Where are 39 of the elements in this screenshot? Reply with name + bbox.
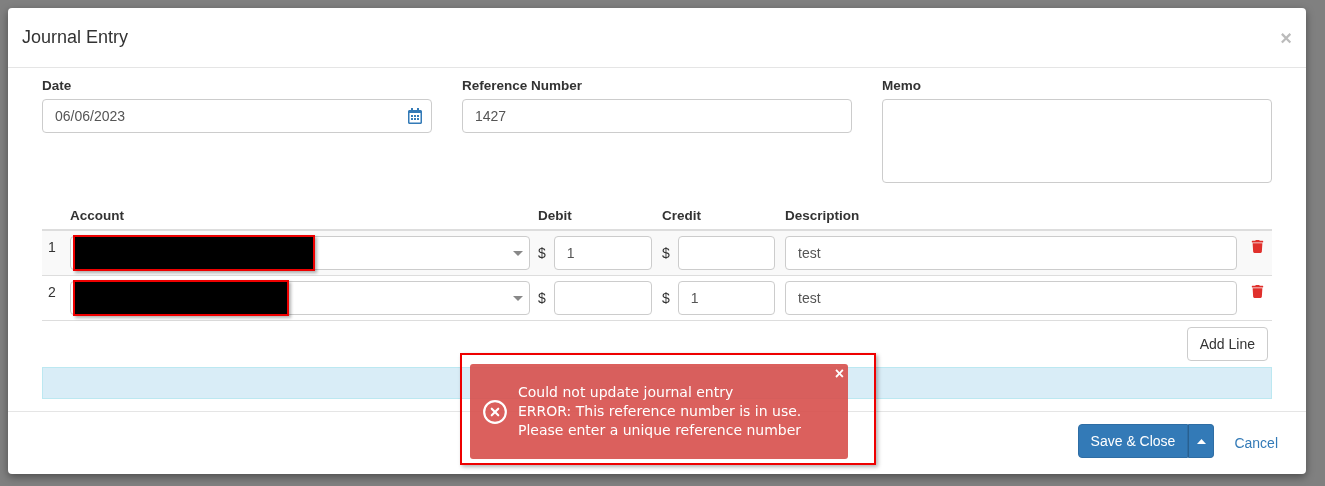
dropdown-button[interactable] xyxy=(1188,424,1215,458)
toast-message: ERROR: This reference number is in use. Please enter a unique reference number xyxy=(518,402,803,440)
add-line-button[interactable]: Add Line xyxy=(1186,327,1268,361)
account-select[interactable] xyxy=(70,281,530,315)
column-header: Description xyxy=(785,207,861,223)
credit-field[interactable] xyxy=(677,236,775,270)
field-label: Memo xyxy=(882,78,922,93)
currency-sign: $ xyxy=(538,245,546,261)
cancel-link[interactable]: Cancel xyxy=(1234,435,1278,451)
error-icon xyxy=(482,398,508,425)
description-field[interactable]: test xyxy=(785,281,1237,315)
toast-title: Could not update journal entry xyxy=(518,383,735,402)
save-close-button[interactable]: Save & Close xyxy=(1077,424,1189,458)
account-select[interactable] xyxy=(70,236,530,270)
date-field[interactable]: 06/06/2023 xyxy=(42,99,432,133)
line-number: 1 xyxy=(47,239,57,255)
reference-field[interactable]: 1427 xyxy=(462,99,852,133)
caret-icon xyxy=(1196,438,1206,444)
trash-icon[interactable] xyxy=(1251,240,1264,253)
currency-sign: $ xyxy=(662,290,670,306)
close-button[interactable]: × xyxy=(834,366,844,382)
dialog-title: Journal Entry xyxy=(22,27,129,48)
debit-field[interactable]: 1 xyxy=(553,236,652,270)
field-label: Date xyxy=(42,78,73,93)
caret-icon xyxy=(513,250,523,256)
column-header: Account xyxy=(70,207,125,223)
column-header: Debit xyxy=(538,207,573,223)
currency-sign: $ xyxy=(538,290,546,306)
field-label: Reference Number xyxy=(462,78,584,93)
currency-sign: $ xyxy=(662,245,670,261)
trash-icon[interactable] xyxy=(1251,285,1264,298)
memo-field[interactable] xyxy=(882,99,1272,183)
description-field[interactable]: test xyxy=(785,236,1237,270)
caret-icon xyxy=(513,295,523,301)
debit-field[interactable] xyxy=(553,281,652,315)
calendar-icon[interactable] xyxy=(407,108,423,124)
line-number: 2 xyxy=(47,284,57,300)
credit-field[interactable]: 1 xyxy=(677,281,775,315)
column-header: Credit xyxy=(662,207,702,223)
